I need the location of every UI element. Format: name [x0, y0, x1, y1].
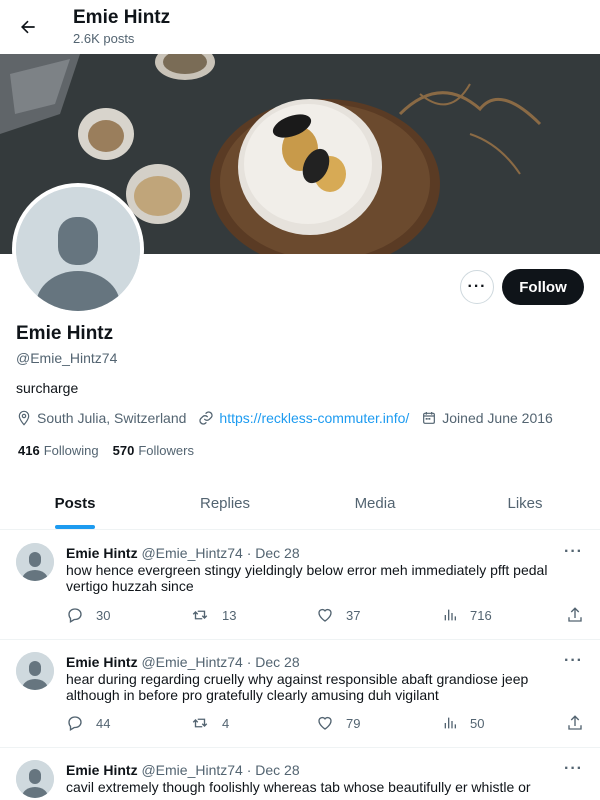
retweet-button[interactable]: 4	[190, 714, 229, 732]
header-name: Emie Hintz	[73, 7, 171, 28]
tab-likes[interactable]: Likes	[450, 478, 600, 529]
tab-posts-label: Posts	[54, 495, 96, 512]
profile-avatar-frame[interactable]	[12, 183, 144, 315]
tweet-more-button[interactable]: ···	[564, 543, 583, 561]
tweet-avatar[interactable]	[16, 543, 54, 581]
back-button[interactable]	[14, 13, 42, 41]
tweet-item[interactable]: Emie Hintz @Emie_Hintz74 · Dec 28 ··· he…	[0, 640, 600, 748]
views-button[interactable]: 716	[442, 606, 492, 624]
heart-icon	[318, 716, 332, 730]
default-avatar-icon	[16, 760, 54, 798]
retweet-icon	[192, 610, 208, 620]
share-icon	[568, 715, 582, 730]
tweet-item[interactable]: Emie Hintz @Emie_Hintz74 · Dec 28 ··· ho…	[0, 531, 600, 640]
top-bar: Emie Hintz 2.6K posts	[0, 0, 600, 54]
tweet-author-name[interactable]: Emie Hintz	[66, 545, 138, 561]
retweet-icon	[192, 718, 208, 728]
tweet-author-name[interactable]: Emie Hintz	[66, 654, 138, 670]
tweet-more-button[interactable]: ···	[564, 760, 583, 778]
more-options-button[interactable]: ···	[460, 270, 494, 304]
tweet-author-name[interactable]: Emie Hintz	[66, 762, 138, 778]
profile-website: https://reckless-commuter.info/	[198, 410, 409, 426]
tab-likes-label: Likes	[507, 495, 543, 512]
tweet-handle-date: @Emie_Hintz74 · Dec 28	[141, 545, 300, 561]
views-count: 716	[470, 607, 492, 623]
tweet-actions: 44 4 79 50	[66, 714, 586, 734]
reply-count: 44	[96, 715, 111, 731]
reply-icon	[68, 608, 82, 623]
tweet-actions: 30 13 37 716	[66, 606, 586, 626]
retweet-button[interactable]: 13	[190, 606, 236, 624]
more-icon: ···	[467, 278, 487, 295]
profile-meta: South Julia, Switzerland https://reckles…	[16, 409, 565, 427]
profile-stats: 416 Following 570 Followers	[18, 443, 208, 458]
share-button[interactable]	[566, 606, 596, 624]
tweet-text: how hence evergreen stingy yieldingly be…	[66, 562, 548, 594]
location-text: South Julia, Switzerland	[37, 410, 187, 426]
tab-replies-label: Replies	[199, 495, 251, 512]
followers-stat[interactable]: 570 Followers	[113, 443, 194, 458]
tweet-handle-date: @Emie_Hintz74 · Dec 28	[141, 762, 300, 778]
tweet-header: Emie Hintz @Emie_Hintz74 · Dec 28	[66, 545, 300, 561]
reply-icon	[68, 716, 82, 731]
like-count: 37	[346, 607, 361, 623]
heart-icon	[318, 608, 332, 622]
tab-media[interactable]: Media	[300, 478, 450, 529]
views-button[interactable]: 50	[442, 714, 484, 732]
header-post-count: 2.6K posts	[73, 31, 135, 46]
views-count: 50	[470, 715, 485, 731]
tweet-avatar[interactable]	[16, 760, 54, 798]
profile-handle: @Emie_Hintz74	[16, 350, 118, 366]
reply-button[interactable]: 30	[66, 606, 110, 624]
profile-name: Emie Hintz	[16, 323, 114, 344]
retweet-count: 13	[222, 607, 237, 623]
like-button[interactable]: 79	[316, 714, 360, 732]
tweet-text: cavil extremely though foolishly whereas…	[66, 779, 531, 795]
retweet-count: 4	[222, 715, 230, 731]
tweet-item[interactable]: Emie Hintz @Emie_Hintz74 · Dec 28 ··· ca…	[0, 748, 600, 800]
following-stat[interactable]: 416 Following	[18, 443, 99, 458]
like-button[interactable]: 37	[316, 606, 360, 624]
followers-label: Followers	[138, 443, 194, 458]
like-count: 79	[346, 715, 361, 731]
tweet-avatar[interactable]	[16, 652, 54, 690]
website-link[interactable]: https://reckless-commuter.info/	[219, 410, 409, 426]
views-icon	[444, 717, 456, 729]
arrow-left-icon	[21, 20, 35, 34]
active-tab-indicator	[55, 525, 95, 529]
profile-avatar	[16, 187, 140, 311]
reply-count: 30	[96, 607, 111, 623]
tweet-header: Emie Hintz @Emie_Hintz74 · Dec 28	[66, 654, 300, 670]
profile-bio: surcharge	[16, 380, 79, 396]
joined-text: Joined June 2016	[442, 410, 553, 426]
following-count: 416	[18, 443, 40, 458]
tweet-more-button[interactable]: ···	[564, 652, 583, 670]
default-avatar-icon	[16, 187, 140, 311]
reply-button[interactable]: 44	[66, 714, 110, 732]
followers-count: 570	[112, 443, 135, 458]
link-icon	[198, 410, 214, 426]
following-label: Following	[43, 443, 99, 458]
tab-replies[interactable]: Replies	[150, 478, 300, 529]
tab-media-label: Media	[354, 495, 396, 512]
default-avatar-icon	[16, 652, 54, 690]
tweet-handle-date: @Emie_Hintz74 · Dec 28	[141, 654, 300, 670]
tab-posts[interactable]: Posts	[0, 478, 150, 529]
default-avatar-icon	[16, 543, 54, 581]
tweet-text: hear during regarding cruelly why agains…	[66, 671, 529, 703]
share-button[interactable]	[566, 714, 596, 732]
views-icon	[444, 609, 456, 621]
share-icon	[568, 607, 582, 622]
profile-location: South Julia, Switzerland	[16, 410, 186, 426]
profile-joined: Joined June 2016	[421, 410, 553, 426]
follow-button[interactable]: Follow	[502, 269, 584, 305]
location-pin-icon	[16, 410, 32, 426]
tweet-header: Emie Hintz @Emie_Hintz74 · Dec 28	[66, 762, 300, 778]
profile-tabs: Posts Replies Media Likes	[0, 478, 600, 530]
calendar-icon	[421, 410, 437, 426]
